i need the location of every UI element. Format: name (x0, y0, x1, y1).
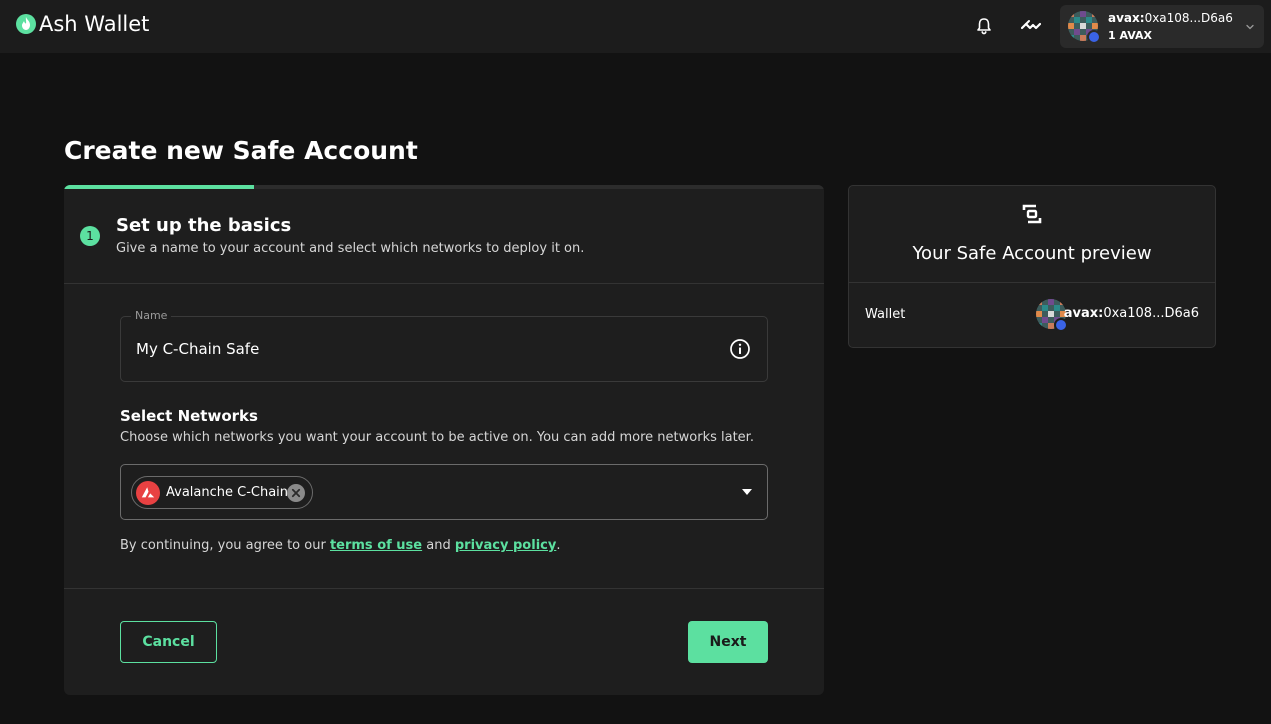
safe-icon (1022, 204, 1042, 224)
flame-icon (16, 14, 36, 34)
account-address: avax:0xa108...D6a6 (1108, 11, 1233, 25)
terms-of-use-link[interactable]: terms of use (330, 538, 422, 553)
bell-icon[interactable] (974, 16, 994, 36)
account-switcher[interactable]: avax:0xa108...D6a6 1 AVAX (1060, 5, 1264, 48)
section-divider (64, 283, 824, 284)
terms-notice: By continuing, you agree to our terms of… (120, 538, 561, 553)
preview-wallet-label: Wallet (865, 307, 906, 322)
safe-name-input[interactable]: My C-Chain Safe (136, 340, 259, 358)
app-brand[interactable]: Ash Wallet (16, 12, 149, 36)
avalanche-logo-icon (136, 481, 160, 505)
select-networks-subtitle: Choose which networks you want your acco… (120, 430, 754, 445)
network-badge-icon (1087, 30, 1101, 44)
account-balance: 1 AVAX (1108, 29, 1153, 42)
preview-address: avax:0xa108...D6a6 (1063, 306, 1199, 321)
preview-title: Your Safe Account preview (912, 243, 1152, 264)
caret-down-icon (742, 489, 752, 495)
close-circle-icon[interactable] (286, 483, 306, 503)
safe-preview-card: Your Safe Account preview Wallet avax:0x… (848, 185, 1216, 348)
wave-icon[interactable] (1021, 16, 1041, 36)
app-name: Ash Wallet (39, 12, 150, 36)
step-subtitle: Give a name to your account and select w… (116, 241, 585, 256)
progress-bar-fill (64, 185, 254, 189)
footer-divider (64, 588, 824, 589)
next-button[interactable]: Next (688, 621, 768, 663)
network-chip-label: Avalanche C-Chain (166, 485, 289, 500)
name-field-label: Name (131, 309, 172, 322)
step-number-badge: 1 (80, 226, 100, 246)
network-chip: Avalanche C-Chain (131, 476, 313, 509)
network-multiselect[interactable]: Avalanche C-Chain (120, 464, 768, 520)
select-networks-title: Select Networks (120, 407, 258, 425)
page-title: Create new Safe Account (64, 136, 418, 165)
create-safe-form: 1 Set up the basics Give a name to your … (64, 185, 824, 695)
privacy-policy-link[interactable]: privacy policy (455, 538, 556, 553)
preview-divider (849, 282, 1215, 283)
chevron-down-icon (1246, 24, 1254, 30)
cancel-button[interactable]: Cancel (120, 621, 217, 663)
step-title: Set up the basics (116, 215, 292, 236)
progress-bar (64, 185, 824, 189)
safe-name-field[interactable]: Name My C-Chain Safe (120, 309, 768, 382)
top-bar: Ash Wallet avax:0xa108...D6a6 1 AVAX (0, 0, 1271, 53)
info-icon[interactable] (729, 338, 751, 360)
